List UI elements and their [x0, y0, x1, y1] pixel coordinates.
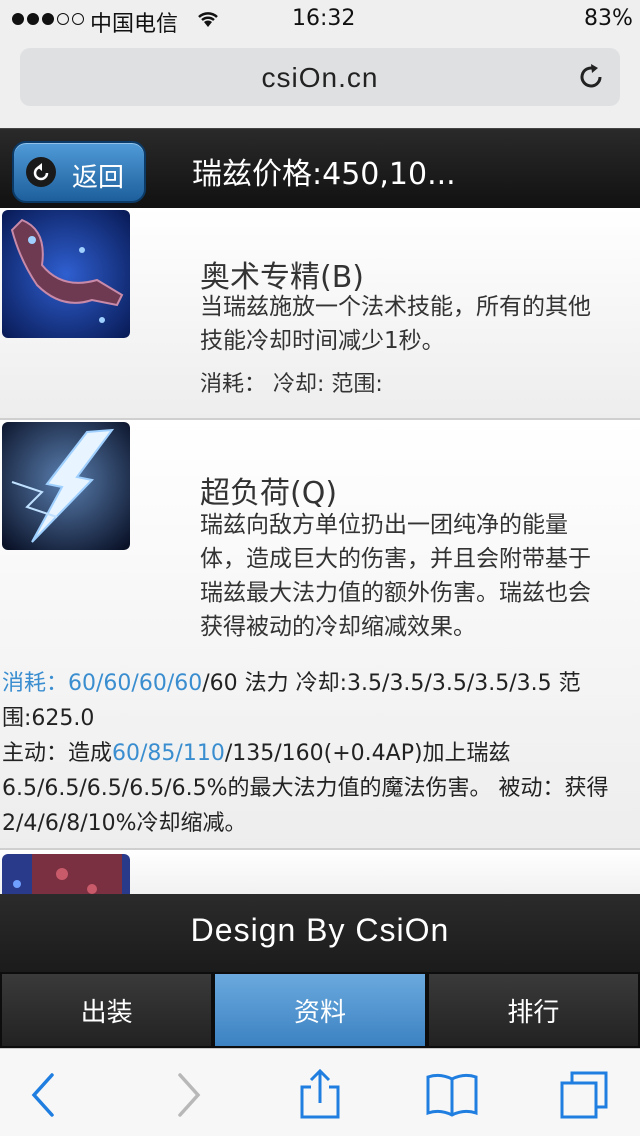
- active-rest: /135/160(+0.4AP)加上瑞兹: [224, 741, 511, 766]
- skill-card-passive: 奥术专精(B) 当瑞兹施放一个法术技能，所有的其他 技能冷却时间减少1秒。 消耗…: [0, 208, 640, 420]
- status-bar: 中国电信 16:32 83%: [0, 0, 640, 40]
- skill-details: 消耗：60/60/60/60/60 法力 冷却:3.5/3.5/3.5/3.5/…: [2, 666, 638, 841]
- cost-label: 消耗：: [2, 671, 69, 696]
- address-bar[interactable]: csiOn.cn: [20, 48, 620, 106]
- browser-address-area: csiOn.cn: [0, 40, 640, 128]
- skill-icon-rune-prison: [2, 854, 130, 894]
- footer-brand-text: Design By CsiOn: [190, 912, 450, 948]
- bookmarks-icon[interactable]: [424, 1067, 480, 1123]
- active-prefix: 主动：造成: [2, 741, 113, 766]
- active-line-3: 2/4/6/8/10%冷却缩减。: [2, 811, 247, 836]
- reload-icon[interactable]: [576, 62, 606, 92]
- tabs-icon[interactable]: [556, 1067, 612, 1123]
- url-text: csiOn.cn: [261, 62, 379, 93]
- signal-strength-icon: [12, 13, 84, 25]
- clock: 16:32: [292, 6, 356, 31]
- back-arrow-icon: [26, 157, 56, 187]
- page-title: 瑞兹价格:450,10...: [192, 157, 456, 192]
- browser-toolbar: [0, 1048, 640, 1136]
- skill-name: 超负荷(Q): [200, 476, 338, 511]
- wifi-icon: [198, 12, 218, 27]
- tab-bar: 出装 资料 排行: [0, 972, 640, 1048]
- skill-description: 当瑞兹施放一个法术技能，所有的其他 技能冷却时间减少1秒。: [200, 294, 591, 354]
- back-button[interactable]: 返回: [12, 141, 146, 203]
- cost-values: 60/60/60/60: [68, 671, 203, 696]
- tab-info[interactable]: 资料: [213, 972, 427, 1048]
- tab-ranking[interactable]: 排行: [426, 972, 640, 1048]
- share-icon[interactable]: [292, 1067, 348, 1123]
- skill-icon-overload: [2, 422, 130, 550]
- skill-icon-arcane-mastery: [2, 210, 130, 338]
- tab-build[interactable]: 出装: [0, 972, 214, 1048]
- battery-percentage: 83%: [584, 6, 633, 31]
- back-button-label: 返回: [72, 163, 125, 193]
- range-text: 围:625.0: [2, 706, 95, 731]
- skill-card-q: 超负荷(Q) 瑞兹向敌方单位扔出一团纯净的能量 体，造成巨大的伤害，并且会附带基…: [0, 420, 640, 850]
- active-line-2: 6.5/6.5/6.5/6.5/6.5%的最大法力值的魔法伤害。 被动：获得: [2, 776, 609, 801]
- skill-card-w: [0, 850, 640, 894]
- active-damage-values: 60/85/110: [112, 741, 225, 766]
- footer-brand: Design By CsiOn: [0, 894, 640, 972]
- skill-description: 瑞兹向敌方单位扔出一团纯净的能量 体，造成巨大的伤害，并且会附带基于 瑞兹最大法…: [200, 512, 591, 640]
- carrier-name: 中国电信: [90, 12, 179, 37]
- skill-list[interactable]: 奥术专精(B) 当瑞兹施放一个法术技能，所有的其他 技能冷却时间减少1秒。 消耗…: [0, 208, 640, 894]
- forward-arrow-icon[interactable]: [158, 1067, 214, 1123]
- back-arrow-icon[interactable]: [18, 1067, 74, 1123]
- page-header: 返回 瑞兹价格:450,10...: [0, 128, 640, 208]
- cost-rest: /60 法力 冷却:3.5/3.5/3.5/3.5/3.5 范: [202, 671, 581, 696]
- skill-stats: 消耗： 冷却: 范围:: [200, 372, 383, 397]
